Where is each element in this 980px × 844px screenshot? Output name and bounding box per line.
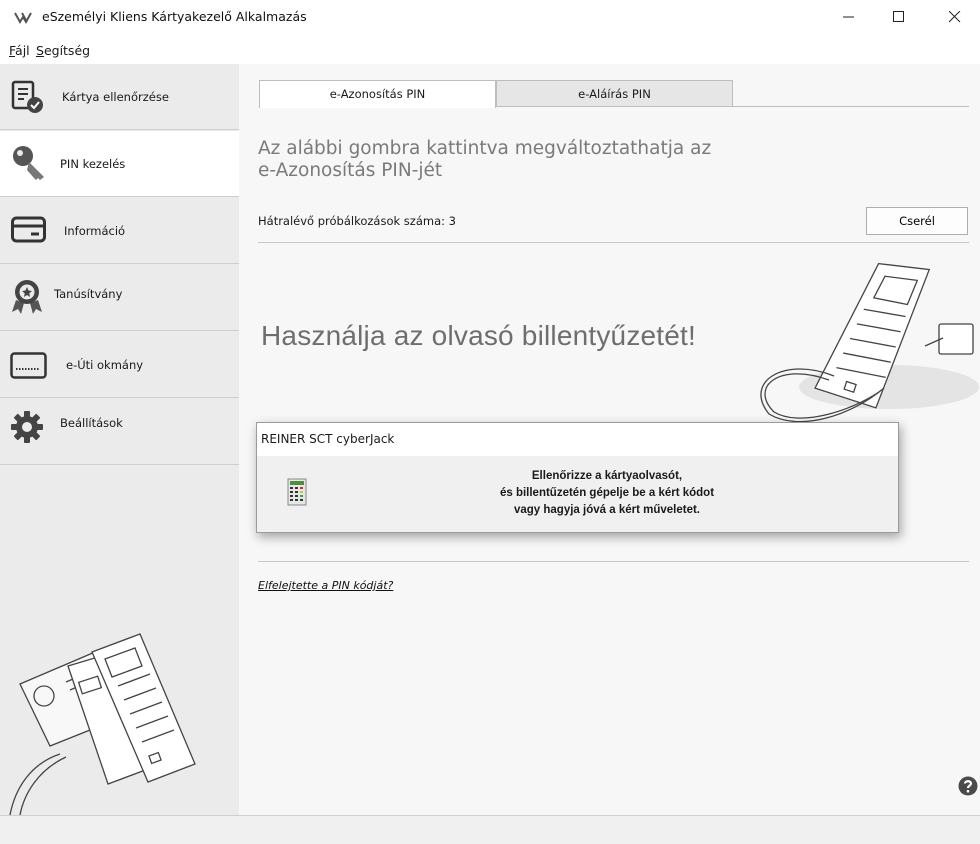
- dialog-line-3: vagy hagyja jóvá a kért műveletet.: [513, 504, 700, 516]
- heading-line-2: e-Azonosítás PIN-jét: [258, 160, 443, 181]
- maximize-icon: [893, 11, 904, 22]
- sidebar-item-label: PIN kezelés: [60, 157, 126, 171]
- main-content: e-Azonosítás PIN e-Aláírás PIN Az alábbi…: [239, 64, 980, 815]
- sidebar-item-label: e-Úti okmány: [66, 358, 144, 372]
- pin-pad-illustration-icon: [760, 262, 979, 422]
- card-info-icon: [11, 216, 46, 243]
- sidebar-item-label: Információ: [64, 224, 126, 238]
- sidebar-item-card-check[interactable]: Kártya ellenőrzése: [0, 64, 239, 130]
- reader-keyboard-message: Használja az olvasó billentyűzetét!: [261, 320, 697, 351]
- passport-card-icon: [10, 352, 47, 379]
- window-title: eSzemélyi Kliens Kártyakezelő Alkalmazás: [42, 9, 307, 24]
- sidebar-item-label: Beállítások: [60, 416, 123, 430]
- tab-e-sign-pin[interactable]: e-Aláírás PIN: [496, 80, 733, 107]
- close-button[interactable]: [932, 0, 978, 34]
- minimize-button[interactable]: [826, 0, 872, 34]
- menu-help-rest: egítség: [43, 43, 91, 58]
- dialog-title: REINER SCT cyberJack: [257, 423, 898, 456]
- menu-file[interactable]: Fájl: [9, 43, 30, 58]
- forgot-pin-link[interactable]: Elfelejtette a PIN kódját?: [258, 579, 393, 592]
- replace-button[interactable]: Cserél: [866, 207, 968, 235]
- tab-e-id-pin[interactable]: e-Azonosítás PIN: [259, 80, 496, 108]
- menu-file-rest: ájl: [15, 43, 30, 58]
- sidebar-item-pin[interactable]: PIN kezelés: [0, 131, 239, 197]
- dialog-line-1: Ellenőrizze a kártyaolvasót,: [531, 470, 683, 482]
- page-heading: Az alábbi gombra kattintva megváltoztath…: [258, 138, 778, 182]
- close-icon: [949, 11, 961, 23]
- keypad-icon: [287, 478, 307, 506]
- key-icon: [13, 146, 44, 180]
- minimize-icon: [843, 16, 854, 18]
- menu-bar: Fájl Segítség: [0, 40, 980, 62]
- heading-line-1: Az alábbi gombra kattintva megváltoztath…: [258, 138, 712, 159]
- sidebar: Kártya ellenőrzése PIN kezelés Informáci…: [0, 64, 239, 815]
- dialog-message: Ellenőrizze a kártyaolvasót, és billentű…: [347, 468, 867, 519]
- gear-icon: [11, 411, 43, 443]
- title-bar: eSzemélyi Kliens Kártyakezelő Alkalmazás: [0, 0, 980, 36]
- sidebar-item-label: Kártya ellenőrzése: [62, 90, 169, 104]
- sidebar-item-settings[interactable]: Beállítások: [0, 399, 239, 465]
- divider: [258, 242, 969, 243]
- card-reader-illustration-icon: [9, 633, 196, 815]
- sidebar-item-certificate[interactable]: Tanúsítvány: [0, 265, 239, 331]
- status-bar: [0, 815, 980, 844]
- divider: [258, 561, 969, 562]
- sidebar-item-label: Tanúsítvány: [54, 287, 123, 301]
- certificate-icon: [12, 280, 42, 314]
- help-icon[interactable]: [958, 776, 978, 796]
- dialog-line-2: és billentűzetén gépelje be a kért kódot: [499, 487, 715, 499]
- sidebar-item-travel-doc[interactable]: e-Úti okmány: [0, 332, 239, 398]
- menu-help-accel: S: [36, 43, 44, 58]
- app-logo-icon: [14, 12, 32, 24]
- maximize-button[interactable]: [876, 0, 922, 34]
- remaining-attempts: Hátralévő próbálkozások száma: 3: [258, 214, 456, 228]
- card-check-icon: [11, 80, 43, 113]
- sidebar-item-info[interactable]: Információ: [0, 198, 239, 264]
- menu-help[interactable]: Segítség: [36, 43, 90, 58]
- cyberjack-dialog: REINER SCT cyberJack Ellenőrizze a kárty…: [256, 422, 899, 533]
